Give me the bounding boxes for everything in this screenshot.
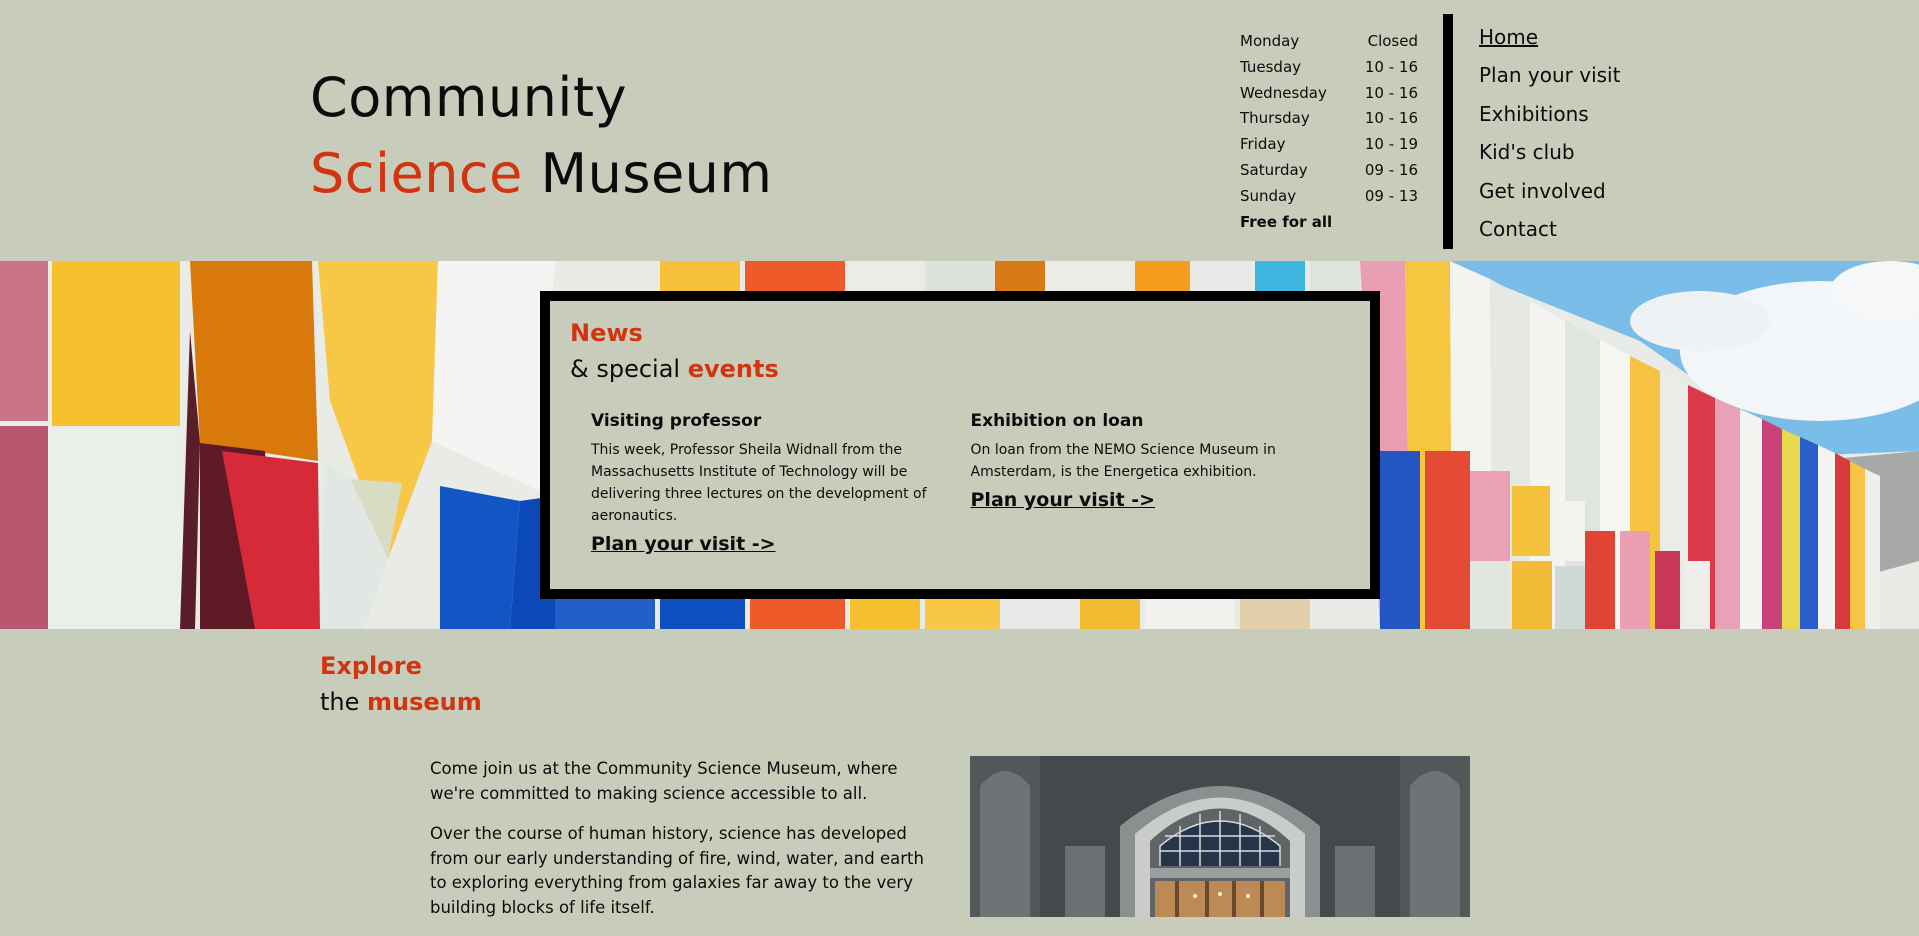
news-events-panel: News & special events Visiting professor… xyxy=(540,291,1380,599)
news-item-body: This week, Professor Sheila Widnall from… xyxy=(591,442,927,524)
nav-item-home[interactable]: Home xyxy=(1479,18,1620,56)
site-logo[interactable]: Community Science Museum xyxy=(310,60,773,212)
hours-day: Wednesday xyxy=(1240,83,1327,102)
hours-free-note: Free for all xyxy=(1240,212,1333,231)
news-heading-events: events xyxy=(687,355,779,383)
explore-paragraph: Come join us at the Community Science Mu… xyxy=(430,759,898,803)
nav-item-get-involved[interactable]: Get involved xyxy=(1479,172,1620,210)
hours-row: Wednesday 10 - 16 xyxy=(1240,81,1418,107)
hours-day: Sunday xyxy=(1240,186,1297,205)
explore-heading-pre: the xyxy=(320,688,368,716)
hours-day: Thursday xyxy=(1240,109,1310,128)
hours-time: 09 - 13 xyxy=(1364,186,1418,205)
explore-heading: Explore the museum xyxy=(320,648,482,720)
plan-your-visit-link[interactable]: Plan your visit -> xyxy=(591,533,776,555)
news-heading-accent: News xyxy=(570,319,643,347)
explore-heading-accent: Explore xyxy=(320,652,422,680)
explore-body: Come join us at the Community Science Mu… xyxy=(430,757,935,936)
nav-divider-bar xyxy=(1443,14,1453,249)
news-item-title: Exhibition on loan xyxy=(970,411,1144,431)
news-item: Exhibition on loan On loan from the NEMO… xyxy=(971,409,1351,555)
hours-row: Saturday 09 - 16 xyxy=(1240,158,1418,184)
logo-line-2: Science Museum xyxy=(310,136,773,212)
hours-time: Closed xyxy=(1367,32,1418,50)
hours-time: 10 - 16 xyxy=(1364,109,1418,128)
hours-day: Monday xyxy=(1240,32,1300,50)
main-nav: Home Plan your visit Exhibitions Kid's c… xyxy=(1479,18,1620,248)
nav-item-contact[interactable]: Contact xyxy=(1479,210,1620,248)
hours-row: Sunday 09 - 13 xyxy=(1240,184,1418,210)
nav-item-kids-club[interactable]: Kid's club xyxy=(1479,133,1620,171)
news-item-title: Visiting professor xyxy=(591,411,762,431)
plan-your-visit-link[interactable]: Plan your visit -> xyxy=(971,489,1156,511)
explore-paragraph: Over the course of human history, scienc… xyxy=(430,824,924,917)
hours-time: 10 - 19 xyxy=(1364,135,1418,154)
opening-hours: Monday Closed Tuesday 10 - 16 Wednesday 10 … xyxy=(1240,29,1418,235)
hours-day: Tuesday xyxy=(1240,57,1302,76)
news-heading-pre: & special xyxy=(570,355,688,383)
hours-day: Saturday xyxy=(1240,160,1308,179)
logo-rest: Museum xyxy=(522,142,773,205)
logo-accent-word: Science xyxy=(310,142,523,205)
hours-time: 10 - 16 xyxy=(1364,57,1418,76)
news-item: Visiting professor This week, Professor … xyxy=(591,409,971,555)
museum-hall-image xyxy=(970,756,1470,917)
hours-row: Monday Closed xyxy=(1240,29,1418,55)
hours-row: Tuesday 10 - 16 xyxy=(1240,55,1418,81)
explore-heading-line2: the museum xyxy=(320,684,482,720)
hours-row: Friday 10 - 19 xyxy=(1240,132,1418,158)
explore-heading-museum: museum xyxy=(367,688,482,716)
news-heading-line2: & special events xyxy=(570,351,1350,387)
logo-line-1: Community xyxy=(310,66,628,129)
news-item-body: On loan from the NEMO Science Museum in … xyxy=(970,442,1276,480)
news-columns: Visiting professor This week, Professor … xyxy=(570,409,1350,555)
hours-day: Friday xyxy=(1240,135,1286,154)
hours-time: 09 - 16 xyxy=(1364,160,1418,179)
hours-time: 10 - 16 xyxy=(1364,83,1418,102)
site-header: Community Science Museum Monday Closed Tu… xyxy=(0,0,1919,261)
hours-row: Thursday 10 - 16 xyxy=(1240,106,1418,132)
nav-item-exhibitions[interactable]: Exhibitions xyxy=(1479,95,1620,133)
nav-item-plan-your-visit[interactable]: Plan your visit xyxy=(1479,56,1620,94)
news-heading: News & special events xyxy=(570,315,1350,387)
